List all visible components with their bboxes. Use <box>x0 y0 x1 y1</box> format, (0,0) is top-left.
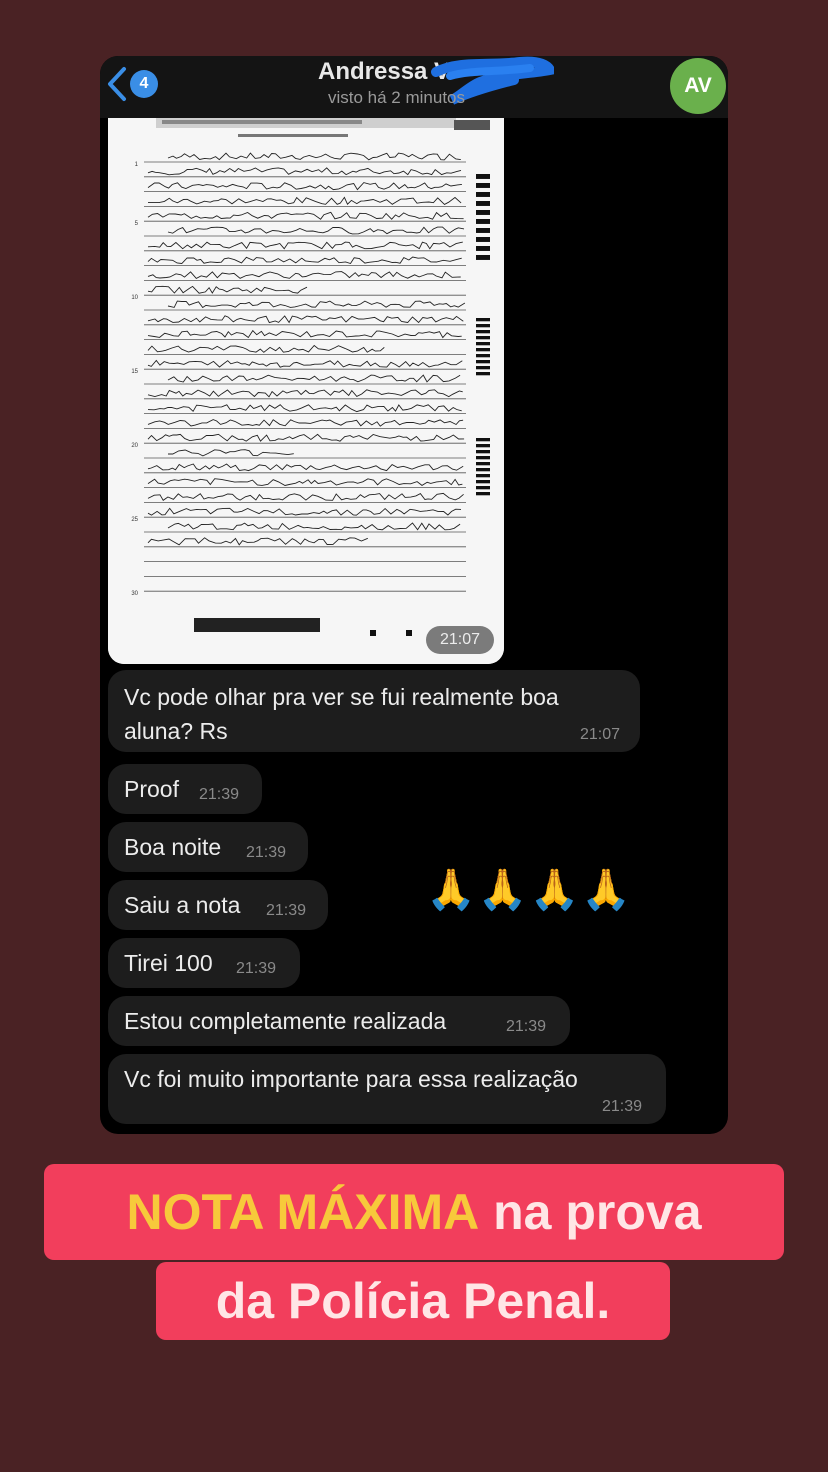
barcode-bar <box>476 183 490 188</box>
caption-text: na prova <box>479 1184 702 1240</box>
message-time: 21:07 <box>580 726 621 743</box>
barcode-bar <box>476 480 490 484</box>
message-text: Saiu a nota <box>124 892 241 918</box>
barcode-bar <box>476 255 490 260</box>
message-time: 21:39 <box>236 960 277 977</box>
message-bubble[interactable]: Tirei 100 21:39 <box>108 938 300 988</box>
chevron-left-icon[interactable] <box>106 66 128 102</box>
barcode-bar <box>476 237 490 242</box>
barcode-bar <box>476 348 490 352</box>
line-number: 30 <box>131 591 138 597</box>
message-time: 21:39 <box>246 844 287 861</box>
message-bubble[interactable]: Proof 21:39 <box>108 764 262 814</box>
message-text: Boa noite <box>124 834 222 860</box>
caption-text: da Polícia Penal. <box>215 1273 611 1329</box>
message-bubble[interactable]: Vc pode olhar pra ver se fui realmente b… <box>108 670 640 752</box>
barcode-bar <box>476 360 490 364</box>
barcode-bar <box>476 342 490 346</box>
barcode-bar <box>476 474 490 478</box>
caption-line-2: da Polícia Penal. <box>156 1262 670 1340</box>
barcode-bar <box>476 219 490 224</box>
message-bubble[interactable]: Vc foi muito importante para essa realiz… <box>108 1054 666 1124</box>
message-time: 21:39 <box>602 1098 643 1115</box>
praying-hands-emojis: 🙏🙏🙏🙏 <box>426 868 634 912</box>
chat-header: 4 Andressa V visto há 2 minutos AV <box>100 56 728 118</box>
barcode-bar <box>476 201 490 206</box>
line-number: 15 <box>131 369 138 375</box>
barcode-bar <box>476 456 490 460</box>
barcode-bar <box>476 486 490 490</box>
message-text: Proof <box>124 776 179 802</box>
barcode-bar <box>476 462 490 466</box>
barcode-bar <box>476 438 490 442</box>
message-bubble[interactable]: Estou completamente realizada 21:39 <box>108 996 570 1046</box>
chat-screenshot: 4 Andressa V visto há 2 minutos AV 1 5 10 1… <box>100 56 728 1134</box>
line-number: 25 <box>131 517 138 523</box>
barcode-bar <box>476 330 490 334</box>
barcode-bar <box>476 366 490 370</box>
message-text: aluna? Rs <box>124 718 228 744</box>
barcode-bar <box>476 246 490 251</box>
caption-line-1: NOTA MÁXIMA na prova <box>44 1164 784 1260</box>
exam-document-image[interactable]: 1 5 10 15 20 25 30 <box>108 118 504 664</box>
unread-count-badge[interactable]: 4 <box>130 70 158 98</box>
line-number: 10 <box>131 295 138 301</box>
message-bubble[interactable]: Saiu a nota 21:39 <box>108 880 328 930</box>
line-number: 20 <box>131 443 138 449</box>
message-text: Vc pode olhar pra ver se fui realmente b… <box>124 684 559 710</box>
barcode-bar <box>476 174 490 179</box>
message-time: 21:39 <box>266 902 307 919</box>
barcode-bar <box>476 228 490 233</box>
caption-highlight: NOTA MÁXIMA <box>126 1184 480 1240</box>
message-text: Vc foi muito importante para essa realiz… <box>124 1066 578 1092</box>
barcode-bar <box>476 210 490 215</box>
avatar[interactable]: AV <box>670 58 726 114</box>
barcode-bar <box>476 444 490 448</box>
barcode-bar <box>476 492 490 496</box>
handwritten-essay-sheet: 151015202530 <box>108 118 504 664</box>
message-bubble[interactable]: Boa noite 21:39 <box>108 822 308 872</box>
barcode-bar <box>476 450 490 454</box>
barcode-bar <box>476 468 490 472</box>
message-time: 21:39 <box>199 786 240 803</box>
message-text: Tirei 100 <box>124 950 213 976</box>
message-time: 21:39 <box>506 1018 547 1035</box>
barcode-bar <box>476 372 490 376</box>
barcode-bar <box>476 354 490 358</box>
barcode-bar <box>476 324 490 328</box>
message-text: Estou completamente realizada <box>124 1008 447 1034</box>
barcode-bar <box>476 192 490 197</box>
last-seen-status: visto há 2 minutos <box>328 88 466 107</box>
image-timestamp: 21:07 <box>426 626 494 654</box>
barcode-bar <box>476 318 490 322</box>
barcode-bar <box>476 336 490 340</box>
